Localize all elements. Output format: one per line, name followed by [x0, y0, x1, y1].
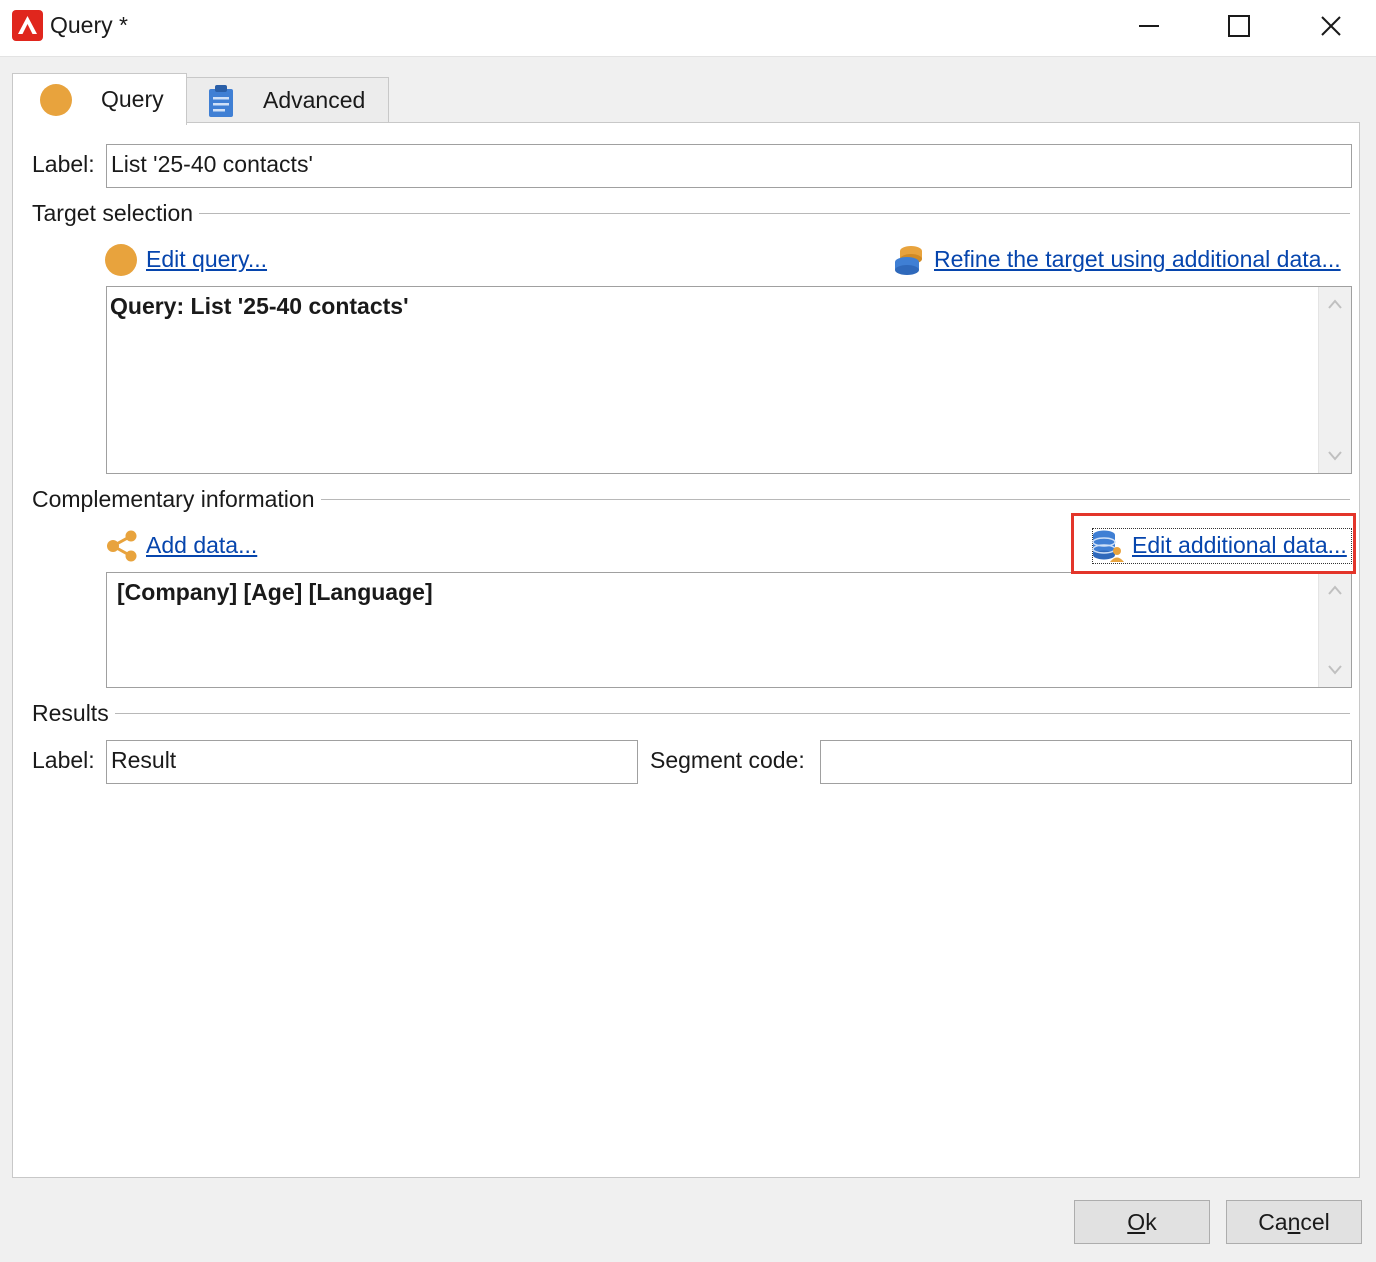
- additional-scrollbar[interactable]: [1318, 573, 1351, 687]
- cancel-button-mnemonic: n: [1287, 1208, 1301, 1235]
- tab-advanced-label: Advanced: [263, 87, 366, 113]
- label-caption: Label:: [32, 151, 95, 177]
- minimize-icon: [1139, 25, 1159, 27]
- highlight-box: [1071, 513, 1356, 574]
- database-icon: [895, 246, 922, 275]
- minimize-button[interactable]: [1104, 0, 1194, 52]
- target-selection-title: Target selection: [32, 200, 194, 226]
- maximize-button[interactable]: [1194, 0, 1284, 52]
- scroll-up-icon: [1328, 585, 1342, 595]
- query-scrollbar[interactable]: [1318, 287, 1351, 473]
- segment-code-caption: Segment code:: [650, 747, 805, 773]
- scroll-down-icon: [1328, 665, 1342, 675]
- tab-query-label: Query: [101, 86, 164, 112]
- refine-target-link[interactable]: Refine the target using additional data.…: [934, 246, 1341, 273]
- query-orange-icon: [105, 244, 137, 276]
- ok-button-label: k: [1145, 1208, 1157, 1235]
- window-title: Query *: [50, 12, 128, 38]
- additional-data-textarea[interactable]: [Company] [Age] [Language]: [106, 572, 1352, 688]
- label-input[interactable]: List '25-40 contacts': [106, 144, 1352, 188]
- scroll-up-icon: [1328, 299, 1342, 309]
- query-textarea[interactable]: Query: List '25-40 contacts': [106, 286, 1352, 474]
- edit-query-link[interactable]: Edit query...: [146, 246, 267, 273]
- target-selection-header: Target selection: [32, 200, 1350, 227]
- maximize-icon: [1228, 15, 1250, 37]
- app-logo-icon: [12, 10, 43, 41]
- result-label-input[interactable]: Result: [106, 740, 638, 784]
- result-label-caption: Label:: [32, 747, 95, 773]
- share-icon: [107, 530, 137, 562]
- ok-button[interactable]: Ok: [1074, 1200, 1210, 1244]
- complementary-title: Complementary information: [32, 486, 315, 512]
- cancel-button[interactable]: Ca n cel: [1226, 1200, 1362, 1244]
- additional-fields-text: [Company] [Age] [Language]: [117, 579, 433, 605]
- cancel-button-label-end: cel: [1300, 1208, 1330, 1235]
- results-header: Results: [32, 700, 1350, 727]
- close-button[interactable]: [1286, 0, 1376, 52]
- orange-circle-icon: [40, 83, 72, 116]
- query-text: Query: List '25-40 contacts': [110, 293, 409, 319]
- scroll-down-icon: [1328, 451, 1342, 461]
- segment-code-input[interactable]: [820, 740, 1352, 784]
- tab-advanced[interactable]: Advanced: [186, 77, 389, 123]
- ok-button-mnemonic: O: [1127, 1208, 1146, 1235]
- tab-query[interactable]: Query: [12, 73, 187, 125]
- complementary-header: Complementary information: [32, 486, 1350, 513]
- results-title: Results: [32, 700, 109, 726]
- clipboard-icon: [209, 84, 233, 117]
- close-icon: [1321, 16, 1341, 36]
- add-data-link[interactable]: Add data...: [146, 532, 257, 559]
- cancel-button-label-start: Ca: [1258, 1208, 1288, 1235]
